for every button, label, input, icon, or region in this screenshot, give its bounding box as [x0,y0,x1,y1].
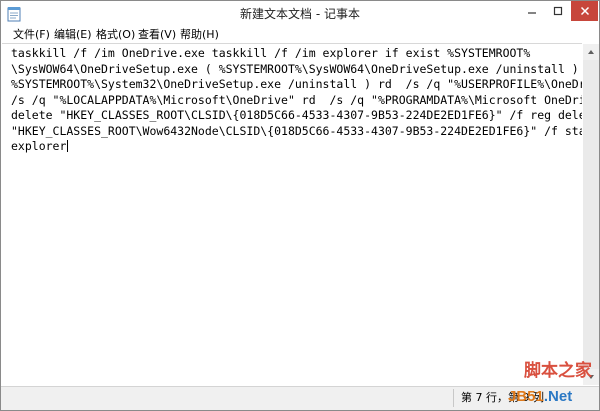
menu-file[interactable]: 文件(F) [13,28,50,42]
site-watermark: 脚本之家 JB51.Net [498,361,600,411]
vertical-scrollbar[interactable] [583,44,599,385]
menu-format[interactable]: 格式(O) [96,28,135,42]
editor-line: delete "HKEY_CLASSES_ROOT\CLSID\{018D5C6… [11,108,582,122]
maximize-icon [553,6,563,16]
menu-edit[interactable]: 编辑(E) [54,28,92,42]
title-bar[interactable]: 新建文本文档 - 记事本 [1,1,599,28]
watermark-title: 脚本之家 [524,361,592,381]
watermark-domain: JB51.Net [508,388,572,406]
editor-line: /s /q "%LOCALAPPDATA%\Microsoft\OneDrive… [11,92,582,107]
editor-content[interactable]: taskkill /f /im OneDrive.exe taskkill /f… [2,44,582,155]
menu-bar: 文件(F) 编辑(E) 格式(O) 查看(V) 帮助(H) [1,27,599,43]
maximize-button[interactable] [545,1,571,21]
editor-line: explorer [11,139,67,153]
notepad-window: 新建文本文档 - 记事本 文件(F) 编辑(E) 格式(O) 查看(V) 帮助(… [0,0,600,411]
scroll-up-button[interactable] [583,44,599,60]
minimize-button[interactable] [519,1,545,21]
editor-line: %SYSTEMROOT%\System32\OneDriveSetup.exe … [11,77,582,91]
minimize-icon [528,12,536,14]
window-title: 新建文本文档 - 记事本 [240,7,360,21]
menu-view[interactable]: 查看(V) [138,28,176,42]
editor-line: "HKEY_CLASSES_ROOT\Wow6432Node\CLSID\{01… [11,123,582,138]
watermark-domain-suffix: .Net [543,388,573,405]
text-caret [67,140,69,152]
watermark-domain-name: JB51 [508,388,544,405]
close-button[interactable] [571,1,598,21]
chevron-up-icon [588,50,594,54]
menu-help[interactable]: 帮助(H) [180,28,219,42]
editor-line: taskkill /f /im OneDrive.exe taskkill /f… [11,46,531,60]
close-icon [580,6,589,16]
editor-last-line: explorer [11,139,582,155]
editor-line: \SysWOW64\OneDriveSetup.exe ( %SYSTEMROO… [11,61,582,76]
text-editor[interactable]: taskkill /f /im OneDrive.exe taskkill /f… [2,43,582,385]
status-divider [453,389,454,407]
